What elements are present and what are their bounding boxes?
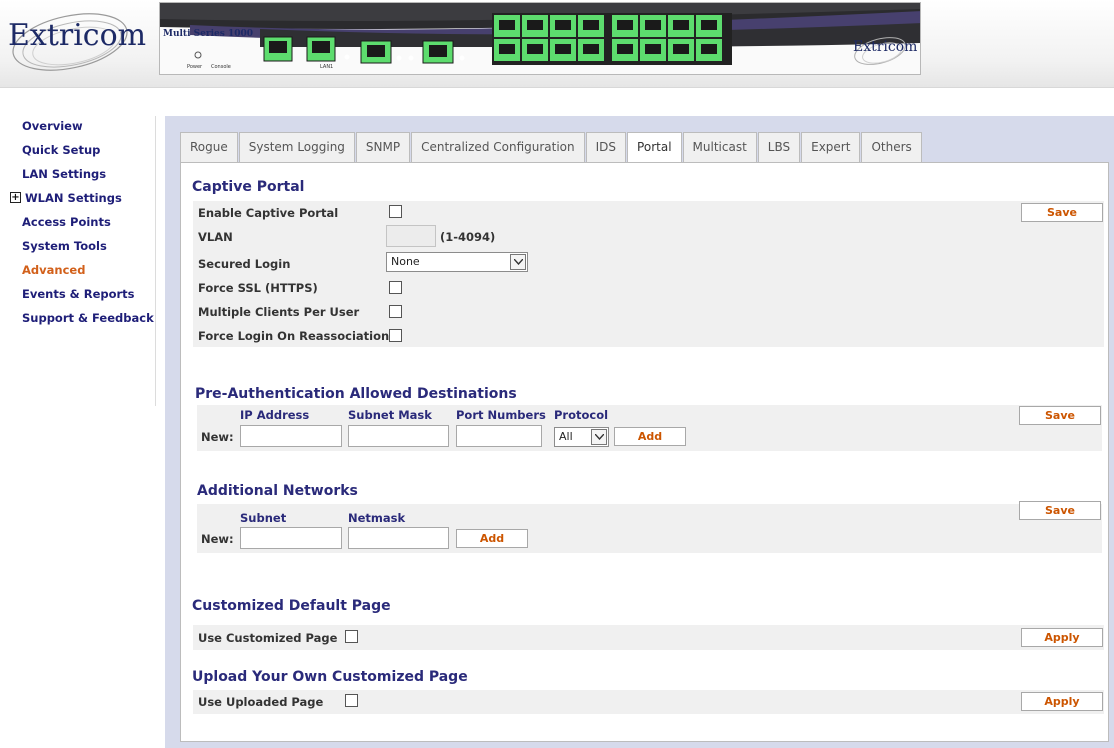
tab-lbs[interactable]: LBS — [757, 132, 801, 162]
device-front-panel: Multi Series 1000 Power Console LAN1 Ext… — [159, 2, 921, 75]
sidebar-item-support-feedback[interactable]: Support & Feedback — [6, 308, 155, 332]
tab-portal[interactable]: Portal — [627, 132, 682, 163]
sidebar-item-advanced[interactable]: Advanced — [6, 260, 155, 284]
sidebar-item-system-tools[interactable]: System Tools — [6, 236, 155, 260]
secured-login-select[interactable]: None — [386, 252, 528, 272]
tab-multicast[interactable]: Multicast — [682, 132, 757, 162]
tab-bar: Rogue System Logging SNMP Centralized Co… — [180, 132, 923, 163]
sidebar-item-events-reports[interactable]: Events & Reports — [6, 284, 155, 308]
expand-plus-icon[interactable]: + — [10, 192, 21, 203]
customized-page-apply-button[interactable]: Apply — [1021, 628, 1103, 647]
sidebar-item-label: WLAN Settings — [25, 191, 122, 205]
upload-customized-page-block — [193, 690, 1104, 714]
use-uploaded-page-checkbox[interactable] — [345, 694, 358, 707]
pre-auth-ports-input[interactable] — [456, 425, 542, 447]
pre-auth-col-protocol: Protocol — [554, 408, 609, 422]
tab-rogue[interactable]: Rogue — [180, 132, 238, 162]
chevron-down-icon — [510, 254, 526, 270]
tab-centralized-configuration[interactable]: Centralized Configuration — [411, 132, 585, 162]
additional-networks-col-subnet: Subnet — [240, 511, 287, 525]
sidebar-nav: Overview Quick Setup LAN Settings + WLAN… — [6, 116, 156, 406]
captive-portal-save-button[interactable]: Save — [1021, 203, 1103, 222]
device-lan1-label: LAN1 — [320, 64, 334, 70]
enable-captive-portal-checkbox[interactable] — [389, 205, 402, 218]
additional-networks-new-label: New: — [201, 532, 234, 546]
uploaded-page-apply-button[interactable]: Apply — [1021, 692, 1103, 711]
force-ssl-label: Force SSL (HTTPS) — [198, 281, 318, 295]
sidebar-item-quick-setup[interactable]: Quick Setup — [6, 140, 155, 164]
use-customized-page-checkbox[interactable] — [345, 630, 358, 643]
use-uploaded-page-label: Use Uploaded Page — [198, 695, 324, 709]
additional-networks-add-button[interactable]: Add — [456, 529, 528, 548]
pre-auth-col-ip: IP Address — [240, 408, 310, 422]
secured-login-label: Secured Login — [198, 257, 291, 271]
force-login-checkbox[interactable] — [389, 329, 402, 342]
sidebar-item-access-points[interactable]: Access Points — [6, 212, 155, 236]
device-model-label: Multi Series 1000 — [163, 29, 253, 39]
pre-auth-new-label: New: — [201, 430, 234, 444]
force-login-label: Force Login On Reassociation — [198, 329, 390, 343]
pre-auth-protocol-value: All — [559, 430, 573, 443]
vlan-input[interactable] — [386, 225, 436, 247]
logo-text: Extricom — [8, 18, 147, 53]
pre-auth-mask-input[interactable] — [348, 425, 449, 447]
portal-settings-panel: Captive Portal Enable Captive Portal Sav… — [180, 162, 1109, 742]
wlan-ports — [492, 13, 732, 65]
use-customized-page-label: Use Customized Page — [198, 631, 338, 645]
sidebar-item-overview[interactable]: Overview — [6, 116, 155, 140]
chevron-down-icon — [591, 429, 607, 445]
force-ssl-checkbox[interactable] — [389, 281, 402, 294]
additional-networks-col-netmask: Netmask — [348, 511, 406, 525]
tab-expert[interactable]: Expert — [801, 132, 861, 162]
device-logo-text: Extricom — [853, 39, 918, 55]
additional-networks-subnet-input[interactable] — [240, 527, 342, 549]
multiple-clients-checkbox[interactable] — [389, 305, 402, 318]
pre-auth-col-mask: Subnet Mask — [348, 408, 432, 422]
sidebar-item-lan-settings[interactable]: LAN Settings — [6, 164, 155, 188]
additional-networks-save-button[interactable]: Save — [1019, 501, 1101, 520]
vlan-label: VLAN — [198, 230, 233, 244]
enable-captive-portal-label: Enable Captive Portal — [198, 206, 339, 220]
captive-portal-block — [193, 201, 1104, 347]
vlan-range-hint: (1-4094) — [440, 230, 496, 244]
tab-snmp[interactable]: SNMP — [355, 132, 411, 162]
pre-auth-col-ports: Port Numbers — [456, 408, 546, 422]
captive-portal-title: Captive Portal — [192, 179, 305, 195]
tab-system-logging[interactable]: System Logging — [238, 132, 355, 162]
additional-networks-netmask-input[interactable] — [348, 527, 449, 549]
multiple-clients-label: Multiple Clients Per User — [198, 305, 360, 319]
secured-login-value: None — [391, 255, 420, 268]
pre-auth-add-button[interactable]: Add — [614, 427, 686, 446]
pre-auth-ip-input[interactable] — [240, 425, 342, 447]
customized-default-page-title: Customized Default Page — [192, 598, 391, 614]
pre-auth-save-button[interactable]: Save — [1019, 406, 1101, 425]
upload-customized-page-title: Upload Your Own Customized Page — [192, 669, 468, 685]
main-content: Rogue System Logging SNMP Centralized Co… — [165, 116, 1114, 748]
header-banner: Extricom Multi Series 1000 Power Console… — [0, 0, 1114, 88]
sidebar-item-wlan-settings[interactable]: + WLAN Settings — [6, 188, 155, 212]
pre-auth-title: Pre-Authentication Allowed Destinations — [195, 386, 517, 402]
tab-ids[interactable]: IDS — [585, 132, 627, 162]
device-console-label: Console — [211, 64, 231, 70]
tab-others[interactable]: Others — [861, 132, 922, 162]
device-panel-graphic — [160, 3, 920, 65]
pre-auth-protocol-select[interactable]: All — [554, 427, 609, 447]
additional-networks-title: Additional Networks — [197, 483, 358, 499]
device-power-label: Power — [187, 64, 203, 70]
